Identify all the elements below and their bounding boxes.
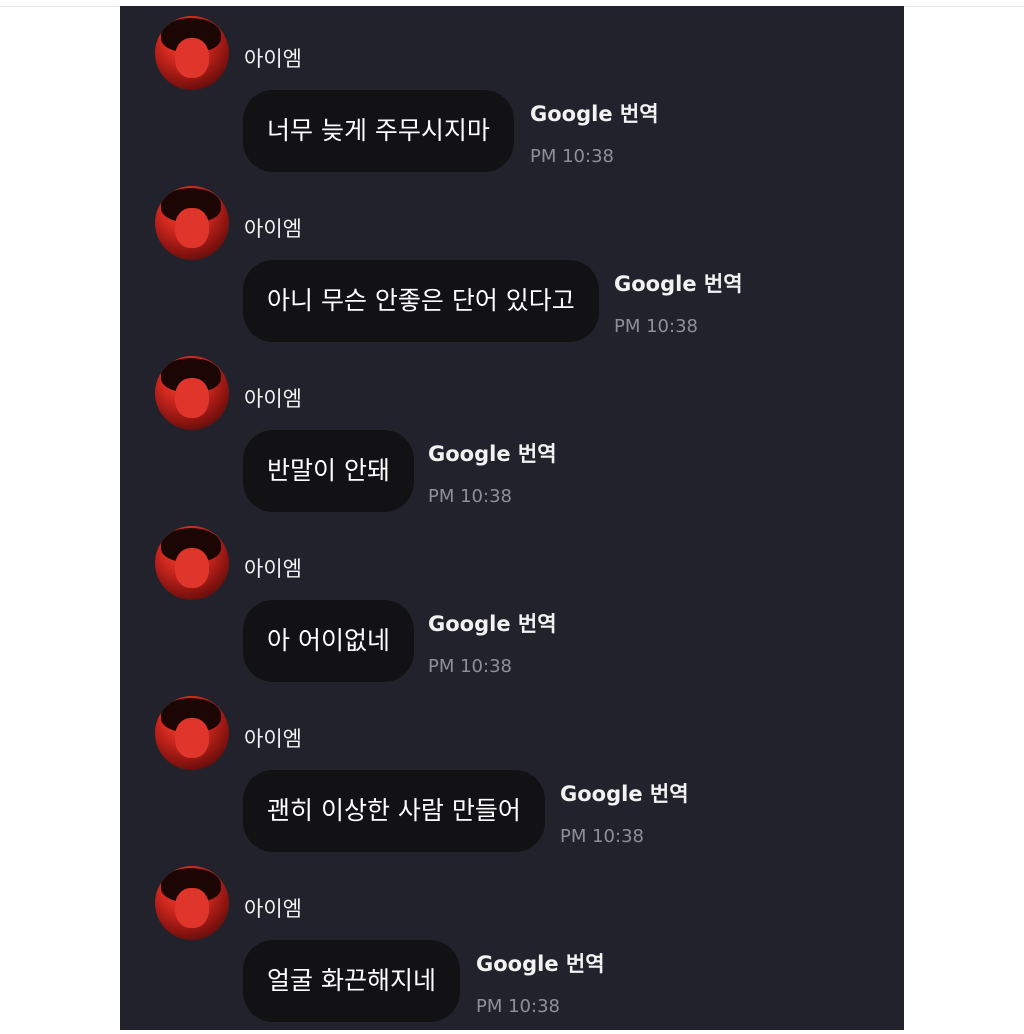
avatar-face bbox=[175, 208, 209, 248]
message-item: 아이엠 얼굴 화끈해지네 Google 번역 PM 10:38 bbox=[120, 856, 904, 1026]
avatar-face bbox=[175, 548, 209, 588]
message-bubble[interactable]: 괜히 이상한 사람 만들어 bbox=[243, 770, 545, 852]
google-translate-link[interactable]: Google 번역 bbox=[428, 608, 557, 638]
chat-screen[interactable]: 아이엠 너무 늦게 주무시지마 Google 번역 PM 10:38 아이엠 아… bbox=[120, 6, 904, 1030]
sender-name: 아이엠 bbox=[244, 217, 302, 241]
message-bubble[interactable]: 얼굴 화끈해지네 bbox=[243, 940, 460, 1022]
message-item: 아이엠 아니 무슨 안좋은 단어 있다고 Google 번역 PM 10:38 bbox=[120, 176, 904, 346]
google-translate-link[interactable]: Google 번역 bbox=[614, 268, 743, 298]
avatar-face bbox=[175, 38, 209, 78]
avatar-face bbox=[175, 718, 209, 758]
message-time: PM 10:38 bbox=[428, 486, 512, 507]
message-time: PM 10:38 bbox=[476, 996, 560, 1017]
message-bubble[interactable]: 아 어이없네 bbox=[243, 600, 414, 682]
avatar[interactable] bbox=[155, 186, 229, 260]
message-item: 아이엠 반말이 안돼 Google 번역 PM 10:38 bbox=[120, 346, 904, 516]
avatar-face bbox=[175, 378, 209, 418]
avatar[interactable] bbox=[155, 356, 229, 430]
message-bubble[interactable]: 아니 무슨 안좋은 단어 있다고 bbox=[243, 260, 599, 342]
message-time: PM 10:38 bbox=[428, 656, 512, 677]
sender-name: 아이엠 bbox=[244, 727, 302, 751]
message-meta: Google 번역 PM 10:38 bbox=[530, 98, 659, 167]
message-meta: Google 번역 PM 10:38 bbox=[476, 948, 605, 1017]
google-translate-link[interactable]: Google 번역 bbox=[560, 778, 689, 808]
message-bubble[interactable]: 너무 늦게 주무시지마 bbox=[243, 90, 514, 172]
sender-name: 아이엠 bbox=[244, 897, 302, 921]
message-item: 아이엠 너무 늦게 주무시지마 Google 번역 PM 10:38 bbox=[120, 6, 904, 176]
message-bubble[interactable]: 반말이 안돼 bbox=[243, 430, 414, 512]
message-time: PM 10:38 bbox=[614, 316, 698, 337]
message-meta: Google 번역 PM 10:38 bbox=[560, 778, 689, 847]
message-time: PM 10:38 bbox=[560, 826, 644, 847]
google-translate-link[interactable]: Google 번역 bbox=[428, 438, 557, 468]
message-meta: Google 번역 PM 10:38 bbox=[428, 608, 557, 677]
sender-name: 아이엠 bbox=[244, 47, 302, 71]
sender-name: 아이엠 bbox=[244, 557, 302, 581]
message-item: 아이엠 아 어이없네 Google 번역 PM 10:38 bbox=[120, 516, 904, 686]
sender-name: 아이엠 bbox=[244, 387, 302, 411]
avatar[interactable] bbox=[155, 16, 229, 90]
avatar[interactable] bbox=[155, 696, 229, 770]
avatar-face bbox=[175, 888, 209, 928]
message-meta: Google 번역 PM 10:38 bbox=[428, 438, 557, 507]
avatar[interactable] bbox=[155, 866, 229, 940]
google-translate-link[interactable]: Google 번역 bbox=[530, 98, 659, 128]
message-time: PM 10:38 bbox=[530, 146, 614, 167]
google-translate-link[interactable]: Google 번역 bbox=[476, 948, 605, 978]
avatar[interactable] bbox=[155, 526, 229, 600]
message-meta: Google 번역 PM 10:38 bbox=[614, 268, 743, 337]
message-item: 아이엠 괜히 이상한 사람 만들어 Google 번역 PM 10:38 bbox=[120, 686, 904, 856]
